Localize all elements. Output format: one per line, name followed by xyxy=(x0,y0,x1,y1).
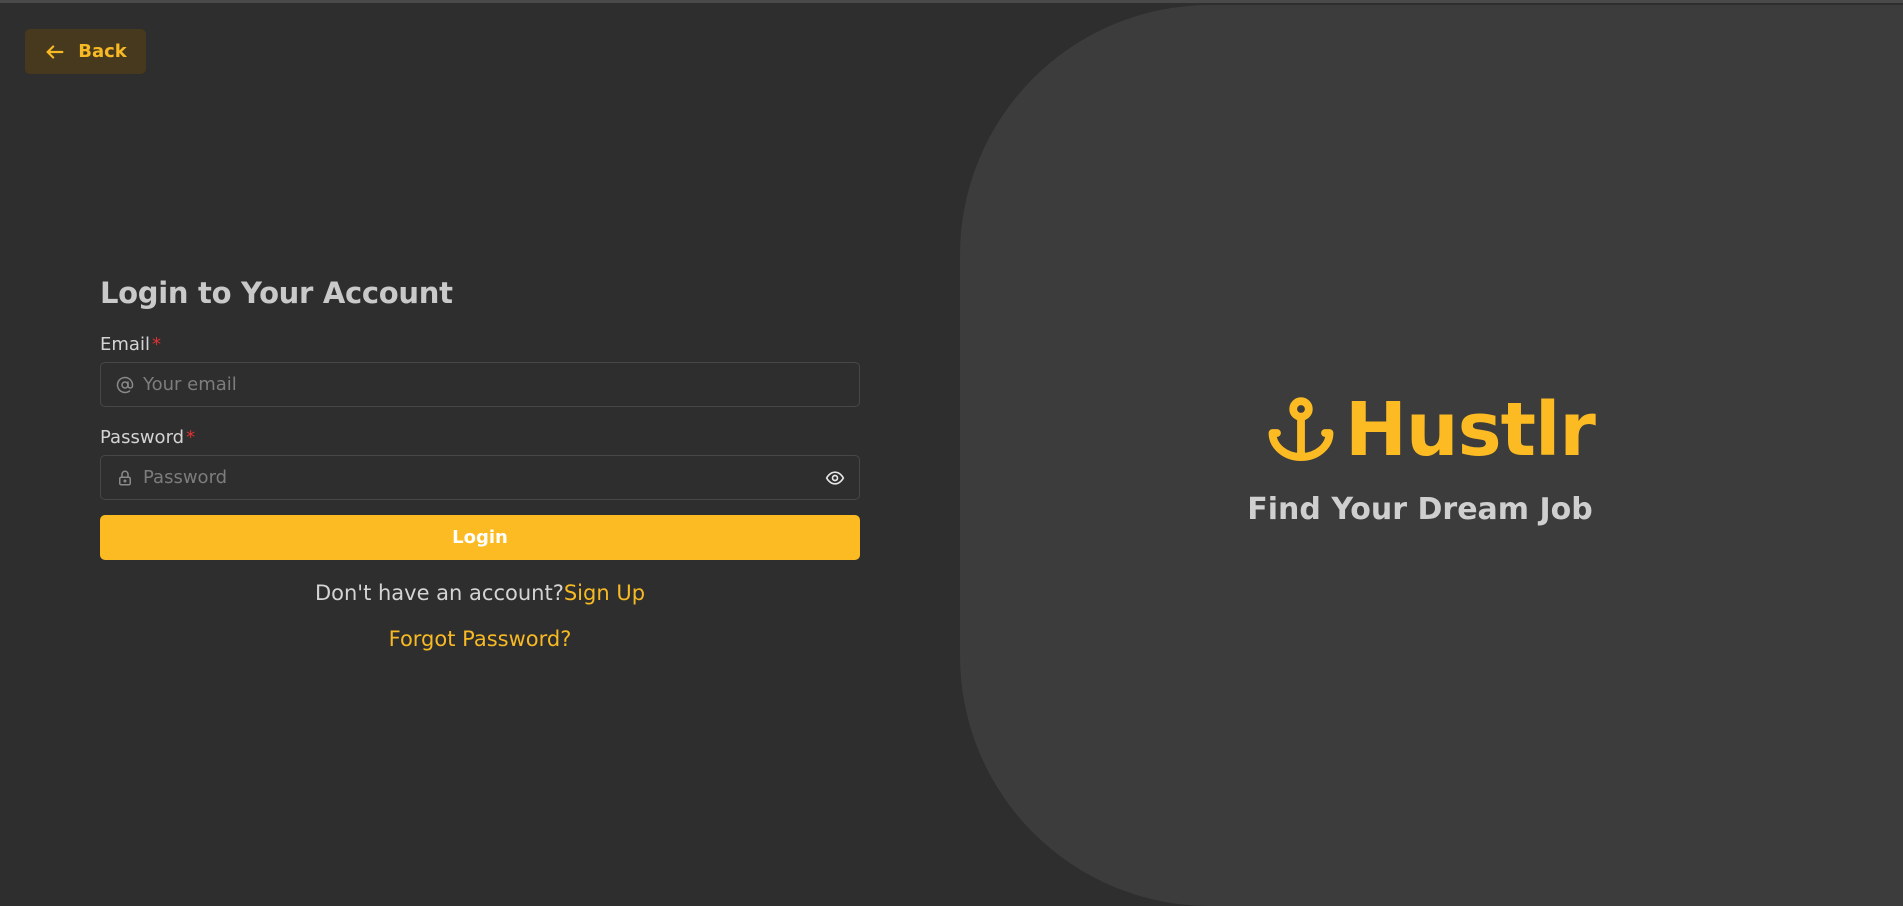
email-field[interactable] xyxy=(143,363,859,406)
eye-icon[interactable] xyxy=(823,466,847,490)
brand-name: Hustlr xyxy=(1345,387,1596,473)
back-button-label: Back xyxy=(78,41,127,62)
lock-icon xyxy=(115,468,135,488)
required-marker: * xyxy=(186,427,196,448)
login-button[interactable]: Login xyxy=(100,515,860,560)
email-field-wrapper xyxy=(100,362,860,407)
brand-logo: Hustlr xyxy=(1265,387,1596,473)
password-field[interactable] xyxy=(143,456,823,499)
at-sign-icon xyxy=(115,375,135,395)
email-label-text: Email xyxy=(100,334,150,355)
password-field-wrapper xyxy=(100,455,860,500)
back-button[interactable]: Back xyxy=(25,29,146,74)
no-account-text: Don't have an account? xyxy=(314,581,564,605)
forgot-password-link[interactable]: Forgot Password? xyxy=(389,627,572,651)
page-title: Login to Your Account xyxy=(100,276,453,310)
login-form: Login to Your Account Email* Password* xyxy=(100,272,860,654)
email-label: Email * xyxy=(100,334,860,356)
tagline: Find Your Dream Job xyxy=(1247,492,1593,527)
window-top-border xyxy=(0,0,1903,3)
password-label: Password * xyxy=(100,427,860,449)
hero-panel: Hustlr Find Your Dream Job xyxy=(960,5,1903,906)
password-label-text: Password xyxy=(100,427,185,448)
required-marker: * xyxy=(151,334,161,355)
arrow-left-icon xyxy=(46,44,64,59)
anchor-icon xyxy=(1268,397,1334,461)
forgot-password-row: Forgot Password? xyxy=(100,624,860,654)
signup-link[interactable]: Sign Up xyxy=(564,581,645,605)
signup-prompt: Don't have an account?Sign Up xyxy=(100,578,860,608)
